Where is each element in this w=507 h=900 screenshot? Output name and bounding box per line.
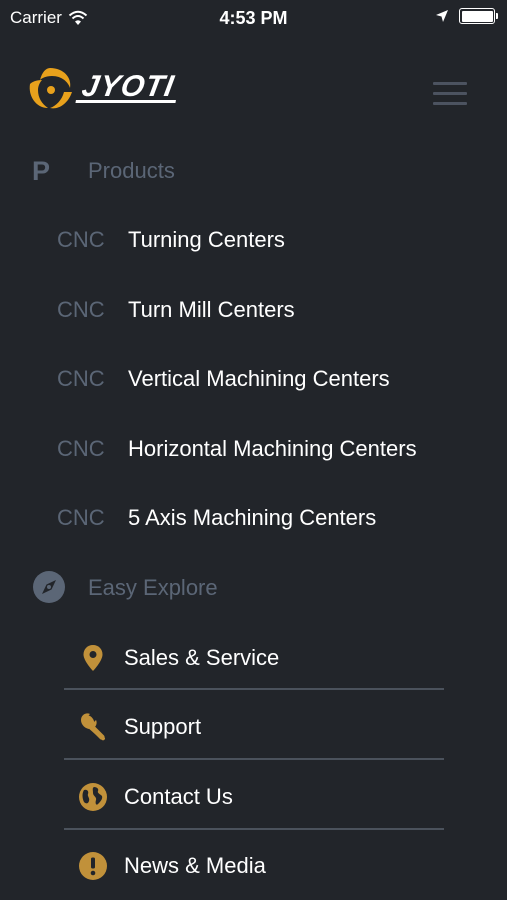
menu-item-support[interactable]: Support	[64, 697, 444, 757]
status-right	[435, 8, 498, 24]
products-section-header: P Products	[0, 141, 507, 201]
menu-item-sales-service[interactable]: Sales & Service	[64, 628, 444, 688]
menu-item-label: Turn Mill Centers	[128, 297, 295, 322]
menu-item-label: Sales & Service	[124, 645, 280, 670]
products-title: Products	[88, 158, 175, 183]
menu-toggle-button[interactable]	[433, 82, 467, 106]
menu-item-label: Horizontal Machining Centers	[128, 436, 417, 461]
cnc-tag: CNC	[57, 227, 105, 252]
location-arrow-icon	[436, 10, 448, 22]
wrench-icon	[78, 712, 108, 742]
hamburger-bar	[433, 92, 467, 95]
cnc-tag: CNC	[57, 297, 105, 322]
menu-item-label: Vertical Machining Centers	[128, 366, 390, 391]
map-pin-icon	[78, 643, 108, 673]
menu-item-horizontal-machining-centers[interactable]: CNC Horizontal Machining Centers	[0, 419, 507, 479]
app-header: JYOTI	[0, 58, 507, 138]
products-marker: P	[32, 155, 51, 186]
hamburger-bar	[433, 102, 467, 105]
status-time: 4:53 PM	[219, 8, 288, 28]
divider	[64, 828, 444, 830]
explore-title: Easy Explore	[88, 575, 218, 600]
globe-icon	[78, 782, 108, 812]
brand-logo[interactable]: JYOTI	[24, 64, 181, 112]
compass-icon	[32, 570, 66, 611]
cnc-tag: CNC	[57, 505, 105, 530]
explore-section-header: Easy Explore	[0, 558, 507, 618]
menu-item-5-axis-machining-centers[interactable]: CNC 5 Axis Machining Centers	[0, 488, 507, 548]
divider	[64, 758, 444, 760]
menu-item-label: Support	[124, 714, 202, 739]
menu-item-label: Contact Us	[124, 784, 233, 809]
menu-item-vertical-machining-centers[interactable]: CNC Vertical Machining Centers	[0, 349, 507, 409]
cnc-tag: CNC	[57, 366, 105, 391]
menu-item-turn-mill-centers[interactable]: CNC Turn Mill Centers	[0, 280, 507, 340]
menu-item-label: Turning Centers	[128, 227, 285, 252]
exclamation-icon	[78, 851, 108, 881]
brand-wordmark: JYOTI	[75, 70, 181, 103]
menu-item-turning-centers[interactable]: CNC Turning Centers	[0, 210, 507, 270]
cnc-tag: CNC	[57, 436, 105, 461]
menu-item-label: 5 Axis Machining Centers	[128, 505, 377, 530]
menu-item-contact-us[interactable]: Contact Us	[64, 767, 444, 827]
status-bar: Carrier 4:53 PM	[0, 0, 507, 38]
jyoti-emblem-icon	[29, 68, 72, 109]
battery-icon	[459, 8, 498, 24]
hamburger-icon	[433, 82, 467, 85]
menu-item-news-media[interactable]: News & Media	[64, 836, 444, 896]
divider	[64, 688, 444, 690]
menu-item-label: News & Media	[124, 853, 266, 878]
